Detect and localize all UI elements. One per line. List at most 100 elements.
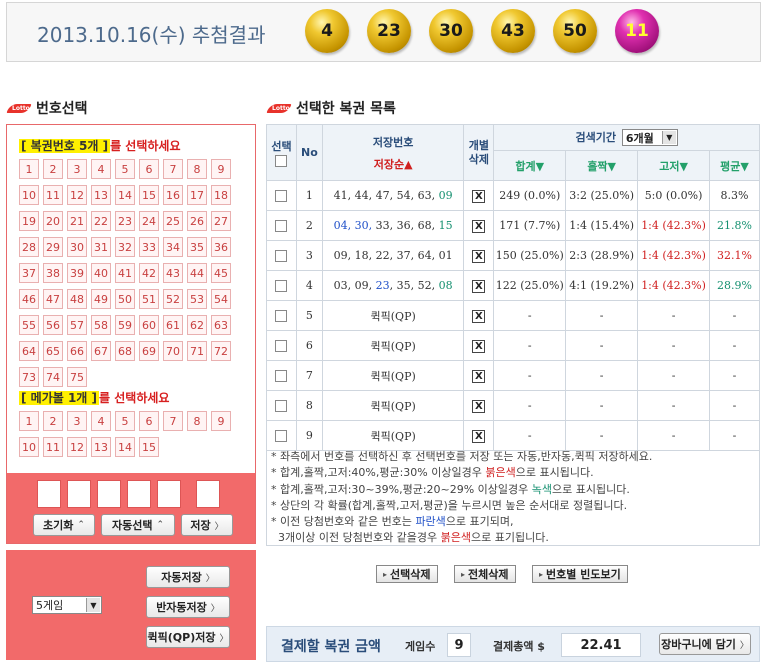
main-number-button[interactable]: 61: [163, 315, 183, 335]
row-checkbox[interactable]: [275, 310, 288, 322]
main-number-button[interactable]: 66: [67, 341, 87, 361]
mega-number-button[interactable]: 9: [211, 411, 231, 431]
mega-number-button[interactable]: 1: [19, 411, 39, 431]
quick-pick-save-button[interactable]: 퀵픽(QP)저장 〉: [146, 626, 230, 648]
delete-row-icon[interactable]: X: [472, 309, 486, 323]
mega-number-button[interactable]: 2: [43, 411, 63, 431]
main-number-button[interactable]: 71: [187, 341, 207, 361]
main-number-button[interactable]: 15: [139, 185, 159, 205]
main-number-button[interactable]: 46: [19, 289, 39, 309]
main-number-button[interactable]: 72: [211, 341, 231, 361]
delete-all-button[interactable]: ▸ 전체삭제: [454, 565, 516, 583]
main-number-button[interactable]: 51: [139, 289, 159, 309]
reset-button[interactable]: 초기화 ⌃: [33, 514, 95, 536]
number-frequency-button[interactable]: ▸ 번호별 빈도보기: [532, 565, 628, 583]
mega-number-button[interactable]: 7: [163, 411, 183, 431]
main-number-button[interactable]: 41: [115, 263, 135, 283]
main-number-button[interactable]: 59: [115, 315, 135, 335]
main-number-button[interactable]: 19: [19, 211, 39, 231]
main-number-button[interactable]: 2: [43, 159, 63, 179]
main-number-button[interactable]: 52: [163, 289, 183, 309]
main-number-button[interactable]: 47: [43, 289, 63, 309]
delete-row-icon[interactable]: X: [472, 279, 486, 293]
main-number-button[interactable]: 36: [211, 237, 231, 257]
sort-saved-order-link[interactable]: 저장순▲: [323, 156, 464, 172]
main-number-button[interactable]: 39: [67, 263, 87, 283]
main-number-button[interactable]: 58: [91, 315, 111, 335]
mega-number-button[interactable]: 5: [115, 411, 135, 431]
main-number-button[interactable]: 44: [187, 263, 207, 283]
row-checkbox[interactable]: [275, 370, 288, 382]
delete-row-icon[interactable]: X: [472, 339, 486, 353]
mega-number-button[interactable]: 10: [19, 437, 39, 457]
main-number-button[interactable]: 11: [43, 185, 63, 205]
sort-avg-link[interactable]: 평균▼: [709, 150, 760, 181]
row-checkbox[interactable]: [275, 280, 288, 292]
save-button[interactable]: 저장 〉: [181, 514, 233, 536]
main-number-button[interactable]: 8: [187, 159, 207, 179]
main-number-button[interactable]: 42: [139, 263, 159, 283]
mega-number-button[interactable]: 4: [91, 411, 111, 431]
main-number-button[interactable]: 29: [43, 237, 63, 257]
main-number-button[interactable]: 32: [115, 237, 135, 257]
main-number-button[interactable]: 38: [43, 263, 63, 283]
game-count-select[interactable]: 5게임 ▼: [32, 596, 102, 614]
main-number-button[interactable]: 57: [67, 315, 87, 335]
main-number-button[interactable]: 64: [19, 341, 39, 361]
delete-row-icon[interactable]: X: [472, 399, 486, 413]
mega-number-button[interactable]: 12: [67, 437, 87, 457]
main-number-button[interactable]: 74: [43, 367, 63, 387]
main-number-button[interactable]: 25: [163, 211, 183, 231]
main-number-button[interactable]: 50: [115, 289, 135, 309]
delete-selected-button[interactable]: ▸ 선택삭제: [376, 565, 438, 583]
main-number-button[interactable]: 1: [19, 159, 39, 179]
auto-save-button[interactable]: 자동저장 〉: [146, 566, 230, 588]
main-number-button[interactable]: 4: [91, 159, 111, 179]
row-checkbox[interactable]: [275, 190, 288, 202]
main-number-button[interactable]: 69: [139, 341, 159, 361]
row-checkbox[interactable]: [275, 250, 288, 262]
main-number-button[interactable]: 21: [67, 211, 87, 231]
main-number-button[interactable]: 55: [19, 315, 39, 335]
main-number-button[interactable]: 63: [211, 315, 231, 335]
main-number-button[interactable]: 62: [187, 315, 207, 335]
main-number-button[interactable]: 16: [163, 185, 183, 205]
delete-row-icon[interactable]: X: [472, 369, 486, 383]
main-number-button[interactable]: 17: [187, 185, 207, 205]
main-number-button[interactable]: 5: [115, 159, 135, 179]
main-number-button[interactable]: 49: [91, 289, 111, 309]
main-number-button[interactable]: 56: [43, 315, 63, 335]
delete-row-icon[interactable]: X: [472, 249, 486, 263]
main-number-button[interactable]: 30: [67, 237, 87, 257]
main-number-button[interactable]: 26: [187, 211, 207, 231]
mega-number-button[interactable]: 14: [115, 437, 135, 457]
main-number-button[interactable]: 20: [43, 211, 63, 231]
delete-row-icon[interactable]: X: [472, 429, 486, 443]
main-number-button[interactable]: 60: [139, 315, 159, 335]
main-number-button[interactable]: 33: [139, 237, 159, 257]
main-number-button[interactable]: 24: [139, 211, 159, 231]
main-number-button[interactable]: 54: [211, 289, 231, 309]
main-number-button[interactable]: 27: [211, 211, 231, 231]
mega-number-button[interactable]: 11: [43, 437, 63, 457]
main-number-button[interactable]: 45: [211, 263, 231, 283]
main-number-button[interactable]: 7: [163, 159, 183, 179]
auto-select-button[interactable]: 자동선택 ⌃: [101, 514, 175, 536]
main-number-button[interactable]: 14: [115, 185, 135, 205]
main-number-button[interactable]: 68: [115, 341, 135, 361]
main-number-button[interactable]: 48: [67, 289, 87, 309]
main-number-button[interactable]: 9: [211, 159, 231, 179]
mega-number-button[interactable]: 15: [139, 437, 159, 457]
main-number-button[interactable]: 37: [19, 263, 39, 283]
main-number-button[interactable]: 22: [91, 211, 111, 231]
delete-row-icon[interactable]: X: [472, 189, 486, 203]
main-number-button[interactable]: 67: [91, 341, 111, 361]
main-number-button[interactable]: 35: [187, 237, 207, 257]
delete-row-icon[interactable]: X: [472, 219, 486, 233]
mega-number-button[interactable]: 6: [139, 411, 159, 431]
main-number-button[interactable]: 75: [67, 367, 87, 387]
mega-number-button[interactable]: 8: [187, 411, 207, 431]
row-checkbox[interactable]: [275, 340, 288, 352]
row-checkbox[interactable]: [275, 220, 288, 232]
main-number-button[interactable]: 10: [19, 185, 39, 205]
